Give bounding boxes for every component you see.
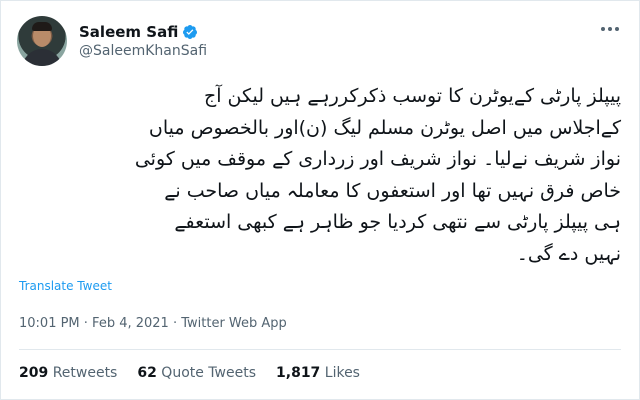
more-dot [601, 27, 605, 31]
translate-tweet-link[interactable]: Translate Tweet [19, 279, 112, 293]
tweet-text-line: خاص فرق نہیں تھا اور استعفوں کا معاملہ م… [164, 179, 621, 202]
avatar[interactable] [17, 16, 67, 66]
author-handle[interactable]: @SaleemKhanSafi [79, 43, 207, 60]
tweet-card: Saleem Safi @SaleemKhanSafi پیپلز پارٹی … [0, 0, 640, 400]
tweet-text-line: پیپلز پارٹی کےیوٹرن کا توسب ذکرکررہے ہیں… [203, 85, 621, 107]
tweet-text: پیپلز پارٹی کےیوٹرن کا توسب ذکرکررہے ہیں… [19, 81, 621, 271]
retweets-count: 209 [19, 365, 49, 381]
likes-label: Likes [324, 365, 360, 381]
tweet-text-line: کےاجلاس میں اصل یوٹرن مسلم لیگ (ن)اور با… [148, 116, 621, 139]
author-names: Saleem Safi @SaleemKhanSafi [79, 23, 207, 60]
avatar-shoulders [22, 49, 62, 66]
display-name[interactable]: Saleem Safi [79, 23, 178, 41]
tweet-timestamp[interactable]: 10:01 PM · Feb 4, 2021 · Twitter Web App [19, 316, 287, 331]
more-dot [608, 27, 612, 31]
tweet-text-line: ہی پیپلز پارٹی سے نتھی کردیا جو ظاہر ہے … [174, 211, 621, 233]
likes-stat[interactable]: 1,817 Likes [276, 365, 360, 381]
quote-tweets-stat[interactable]: 62 Quote Tweets [137, 365, 256, 381]
retweets-label: Retweets [52, 365, 118, 381]
avatar-hair [32, 22, 52, 31]
quote-label: Quote Tweets [161, 365, 257, 381]
tweet-header: Saleem Safi @SaleemKhanSafi [17, 13, 207, 69]
tweet-text-line: نہیں دے گی۔ [516, 242, 621, 265]
retweets-stat[interactable]: 209 Retweets [19, 365, 117, 381]
verified-badge-icon [183, 24, 198, 39]
more-options-icon[interactable] [601, 27, 619, 31]
display-name-row: Saleem Safi [79, 23, 207, 41]
tweet-stats: 209 Retweets 62 Quote Tweets 1,817 Likes [19, 365, 360, 381]
more-dot [615, 27, 619, 31]
quote-count: 62 [137, 365, 157, 381]
likes-count: 1,817 [276, 365, 321, 381]
tweet-text-line: نواز شریف نےلیا۔ نواز شریف اور زرداری کے… [134, 148, 621, 170]
divider [19, 349, 621, 350]
